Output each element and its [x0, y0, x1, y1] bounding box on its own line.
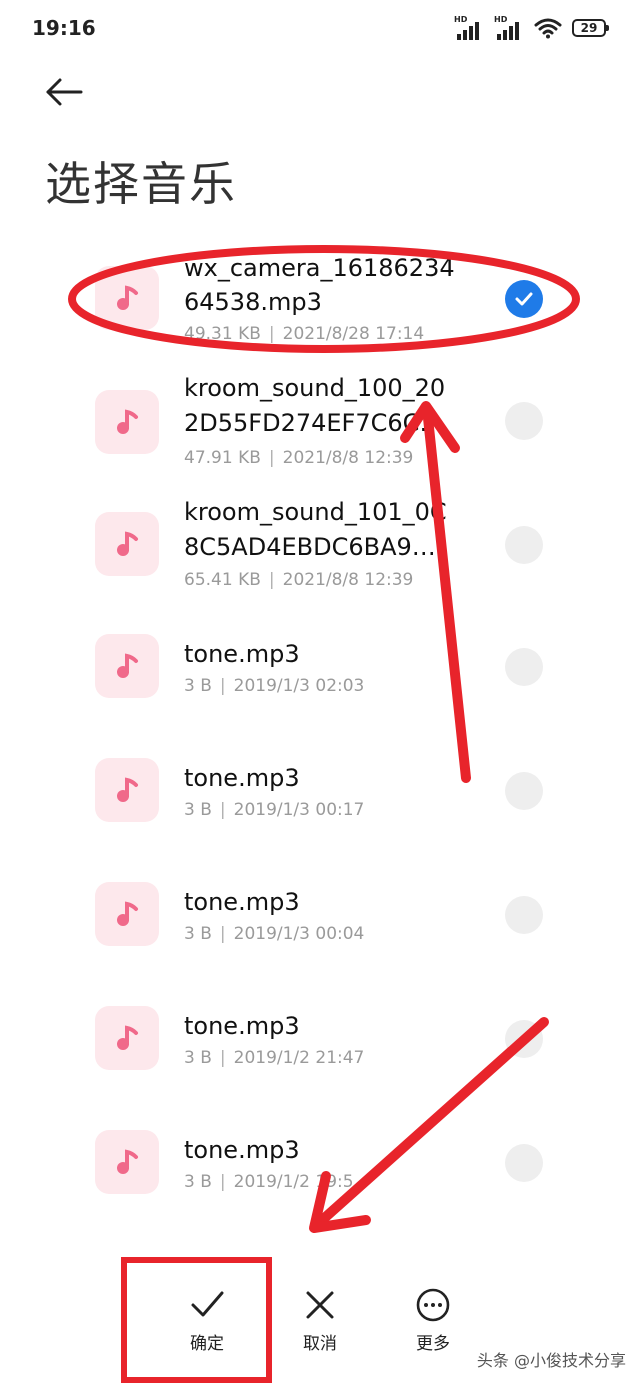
music-note-icon — [117, 1025, 138, 1050]
close-icon — [306, 1291, 334, 1319]
back-button[interactable] — [40, 70, 88, 114]
selection-checkbox[interactable] — [505, 648, 543, 686]
checkmark-icon — [515, 292, 533, 306]
selection-checkbox[interactable] — [505, 1144, 543, 1182]
file-row[interactable]: kroom_sound_101_0C 8C5AD4EBDC6BA9… 65.41… — [0, 484, 640, 608]
file-meta: 47.91 KB | 2021/8/8 12:39 — [184, 448, 413, 468]
status-bar: 19:16 HD HD 29 — [0, 0, 640, 56]
battery-level: 29 — [580, 21, 598, 35]
file-date: 2019/1/2 21:47 — [233, 1048, 365, 1068]
file-size: 47.91 KB — [184, 448, 261, 468]
file-row[interactable]: tone.mp3 3 B | 2019/1/3 00:17 — [0, 732, 640, 856]
selection-checkbox[interactable] — [505, 280, 543, 318]
file-date: 2019/1/2 19:5 — [233, 1172, 354, 1192]
file-date: 2019/1/3 00:17 — [233, 800, 365, 820]
selection-checkbox[interactable] — [505, 402, 543, 440]
selection-checkbox[interactable] — [505, 526, 543, 564]
music-file-icon — [95, 390, 159, 454]
music-file-icon — [95, 266, 159, 330]
file-row[interactable]: kroom_sound_100_20 2D55FD274EF7C6C… 47.9… — [0, 360, 640, 484]
file-name: tone.mp3 — [184, 1136, 300, 1164]
battery-icon: 29 — [572, 19, 609, 37]
hd-signal-icon: HD — [454, 16, 484, 40]
file-date: 2019/1/3 02:03 — [233, 676, 365, 696]
music-file-icon — [95, 758, 159, 822]
music-file-icon — [95, 1006, 159, 1070]
hd-signal-icon: HD — [494, 16, 524, 40]
file-size: 49.31 KB — [184, 324, 261, 344]
file-name: tone.mp3 — [184, 1012, 300, 1040]
file-meta: 3 B | 2019/1/2 19:5 — [184, 1172, 354, 1192]
meta-separator: | — [219, 676, 226, 696]
music-note-icon — [117, 531, 138, 556]
file-meta: 65.41 KB | 2021/8/8 12:39 — [184, 570, 413, 590]
file-size: 3 B — [184, 800, 212, 820]
more-button[interactable]: 更多 — [388, 1287, 478, 1354]
meta-separator: | — [219, 1048, 226, 1068]
file-name-line2: 2D55FD274EF7C6C… — [184, 409, 444, 437]
music-note-icon — [117, 901, 138, 926]
music-note-icon — [117, 285, 138, 310]
selection-checkbox[interactable] — [505, 1020, 543, 1058]
file-date: 2021/8/8 12:39 — [282, 570, 414, 590]
checkmark-icon — [191, 1291, 224, 1317]
music-file-icon — [95, 634, 159, 698]
music-note-icon — [117, 1149, 138, 1174]
file-meta: 3 B | 2019/1/3 00:04 — [184, 924, 364, 944]
file-row[interactable]: tone.mp3 3 B | 2019/1/2 21:47 — [0, 980, 640, 1104]
file-size: 3 B — [184, 924, 212, 944]
file-meta: 3 B | 2019/1/2 21:47 — [184, 1048, 364, 1068]
file-meta: 49.31 KB | 2021/8/28 17:14 — [184, 324, 424, 344]
file-name: kroom_sound_100_20 — [184, 374, 446, 402]
music-note-icon — [117, 777, 138, 802]
file-meta: 3 B | 2019/1/3 00:17 — [184, 800, 364, 820]
meta-separator: | — [268, 324, 275, 344]
music-note-icon — [117, 653, 138, 678]
cancel-button[interactable]: 取消 — [275, 1287, 365, 1354]
music-note-icon — [117, 409, 138, 434]
file-row-selected[interactable]: wx_camera_16186234 64538.mp3 49.31 KB | 20… — [0, 236, 640, 360]
file-row[interactable]: tone.mp3 3 B | 2019/1/3 00:04 — [0, 856, 640, 980]
selection-checkbox[interactable] — [505, 772, 543, 810]
back-arrow-icon — [46, 78, 83, 106]
more-dots-icon — [416, 1288, 450, 1322]
meta-separator: | — [219, 924, 226, 944]
file-size: 3 B — [184, 1172, 212, 1192]
watermark: 头条 @小俊技术分享 — [476, 1351, 626, 1370]
confirm-button[interactable]: 确定 — [162, 1287, 252, 1354]
page-title: 选择音乐 — [45, 157, 237, 211]
file-name: kroom_sound_101_0C — [184, 498, 447, 526]
file-name: tone.mp3 — [184, 764, 300, 792]
meta-separator: | — [268, 570, 275, 590]
file-meta: 3 B | 2019/1/3 02:03 — [184, 676, 364, 696]
file-name: wx_camera_16186234 — [184, 254, 455, 282]
file-name: tone.mp3 — [184, 640, 300, 668]
file-date: 2021/8/28 17:14 — [282, 324, 425, 344]
file-name-line2: 64538.mp3 — [184, 288, 322, 316]
file-row[interactable]: tone.mp3 3 B | 2019/1/2 19:5 — [0, 1104, 640, 1228]
meta-separator: | — [219, 1172, 226, 1192]
status-icons: HD HD 29 — [454, 14, 609, 42]
more-label: 更多 — [416, 1334, 450, 1354]
file-name-line2: 8C5AD4EBDC6BA9… — [184, 533, 436, 561]
confirm-label: 确定 — [190, 1334, 224, 1354]
status-time: 19:16 — [32, 16, 96, 40]
meta-separator: | — [268, 448, 275, 468]
file-row[interactable]: tone.mp3 3 B | 2019/1/3 02:03 — [0, 608, 640, 732]
selection-checkbox[interactable] — [505, 896, 543, 934]
wifi-icon — [534, 18, 562, 39]
cancel-label: 取消 — [303, 1334, 337, 1354]
file-list: wx_camera_16186234 64538.mp3 49.31 KB | 20… — [0, 236, 640, 1246]
file-date: 2019/1/3 00:04 — [233, 924, 365, 944]
file-size: 3 B — [184, 676, 212, 696]
file-size: 3 B — [184, 1048, 212, 1068]
music-file-icon — [95, 512, 159, 576]
music-file-icon — [95, 882, 159, 946]
file-size: 65.41 KB — [184, 570, 261, 590]
file-name: tone.mp3 — [184, 888, 300, 916]
file-date: 2021/8/8 12:39 — [282, 448, 414, 468]
music-file-icon — [95, 1130, 159, 1194]
meta-separator: | — [219, 800, 226, 820]
